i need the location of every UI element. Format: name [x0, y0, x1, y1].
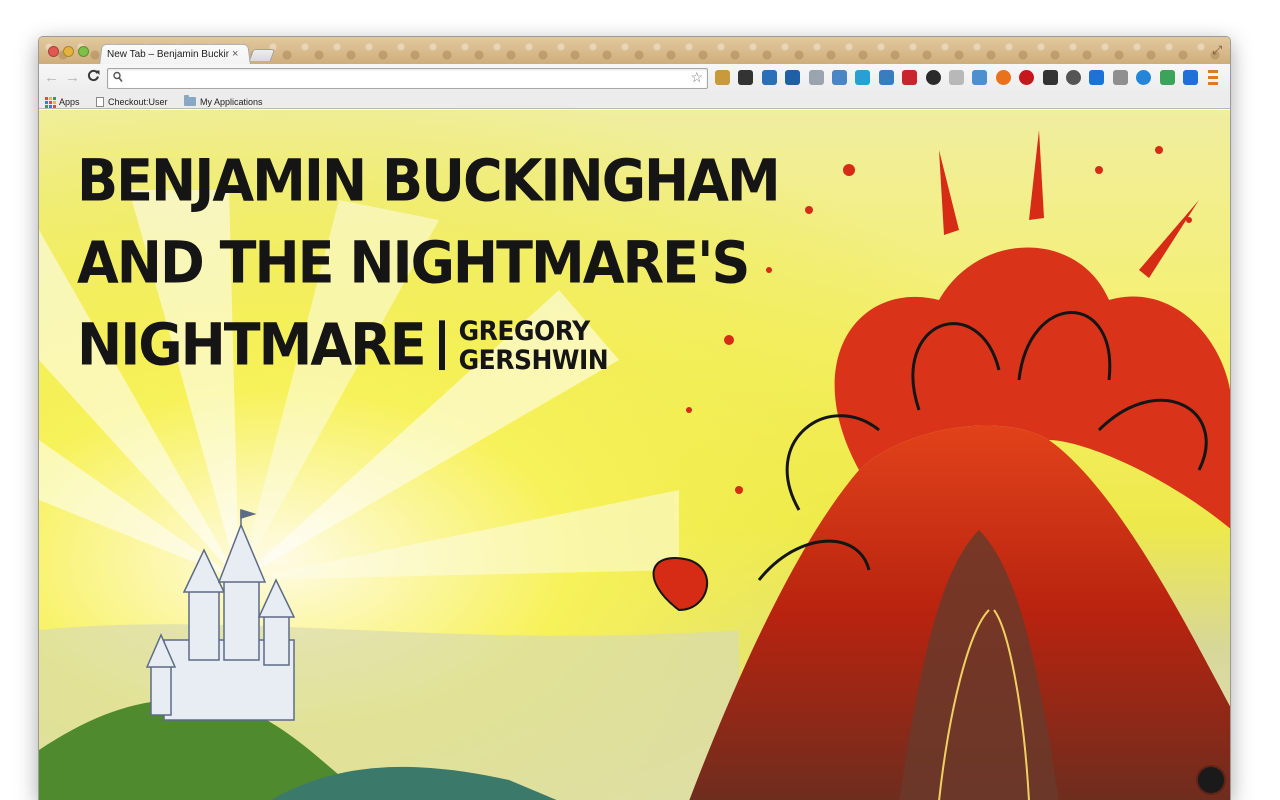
title-line-2: and the Nightmare's: [77, 228, 750, 297]
shield-extension-icon[interactable]: [808, 70, 824, 85]
omnibox-input[interactable]: [128, 71, 678, 86]
window-extension-icon[interactable]: [832, 70, 847, 85]
apps-grid-icon: [45, 96, 56, 108]
x-badge-extension-icon[interactable]: [785, 70, 801, 85]
bookmark-star-icon[interactable]: ☆: [690, 69, 703, 86]
corner-circle-button[interactable]: [1198, 767, 1224, 793]
bookmark-my-applications[interactable]: My Applications: [184, 95, 263, 108]
bookmarks-bar: Apps Checkout:User My Applications: [39, 93, 1230, 109]
search-icon: [113, 71, 123, 86]
browser-window: New Tab – Benjamin Bucking × ⤢ ← → ☆ App…: [38, 36, 1231, 800]
menu-icon[interactable]: [1208, 70, 1219, 85]
dot-extension-icon[interactable]: [1066, 70, 1081, 85]
in-extension-icon[interactable]: [949, 70, 964, 85]
reload-button[interactable]: [87, 69, 100, 87]
tab-close-icon[interactable]: ×: [232, 48, 238, 60]
abp-extension-icon[interactable]: [1019, 70, 1035, 85]
bookmark-apps-label: Apps: [59, 96, 80, 107]
tab-strip: New Tab – Benjamin Bucking × ⤢: [39, 37, 1230, 65]
crop-extension-icon[interactable]: [878, 70, 894, 85]
bookmark-checkout-user[interactable]: Checkout:User: [96, 95, 168, 108]
c-extension-icon[interactable]: [855, 70, 871, 85]
fullscreen-icon[interactable]: ⤢: [1212, 43, 1222, 58]
window-close-button[interactable]: [48, 46, 59, 57]
title-line-3-text: Nightmare: [77, 310, 427, 379]
folder-icon: [184, 95, 196, 106]
circle-extension-icon[interactable]: [925, 70, 941, 85]
omnibox[interactable]: ☆: [107, 68, 708, 89]
key-extension-icon[interactable]: [715, 70, 730, 85]
bookmark-apps[interactable]: Apps: [45, 95, 80, 108]
bookmark-label: My Applications: [200, 96, 263, 107]
bookmark-label: Checkout:User: [108, 96, 168, 107]
page-icon: [96, 96, 104, 107]
reload-icon: [87, 69, 100, 82]
asterisk-extension-icon[interactable]: [902, 70, 918, 85]
film-extension-icon[interactable]: [1042, 70, 1058, 85]
author-name: Gregory Gershwin: [458, 314, 609, 376]
arrow-extension-icon[interactable]: [1089, 70, 1105, 85]
forward-button[interactable]: →: [65, 69, 80, 87]
window-minimize-button[interactable]: [63, 46, 74, 57]
gradient-extension-icon[interactable]: [1112, 70, 1128, 85]
dock-extension-icon[interactable]: [972, 70, 988, 85]
title-divider: [438, 320, 445, 371]
eyedropper-extension-icon[interactable]: [738, 70, 754, 85]
ring-extension-icon[interactable]: [1136, 70, 1152, 85]
back-button[interactable]: ←: [44, 69, 59, 87]
grid-extension-icon[interactable]: [1159, 70, 1175, 85]
tab-title: New Tab – Benjamin Bucking: [107, 49, 229, 60]
title-line-1: Benjamin Buckingham: [77, 146, 781, 215]
title-line-3: Nightmare Gregory Gershwin: [77, 304, 797, 386]
cover-title: Benjamin Buckingham and the Nightmare's …: [77, 140, 797, 386]
flame-extension-icon[interactable]: [995, 70, 1011, 85]
new-tab-page: Benjamin Buckingham and the Nightmare's …: [39, 110, 1230, 800]
arrow-2-extension-icon[interactable]: [1183, 70, 1198, 85]
on-badge-extension-icon[interactable]: [761, 70, 777, 85]
window-zoom-button[interactable]: [78, 46, 89, 57]
toolbar: ← → ☆: [39, 64, 1230, 93]
extensions-row: [715, 70, 1225, 88]
new-tab-button[interactable]: [248, 49, 276, 61]
